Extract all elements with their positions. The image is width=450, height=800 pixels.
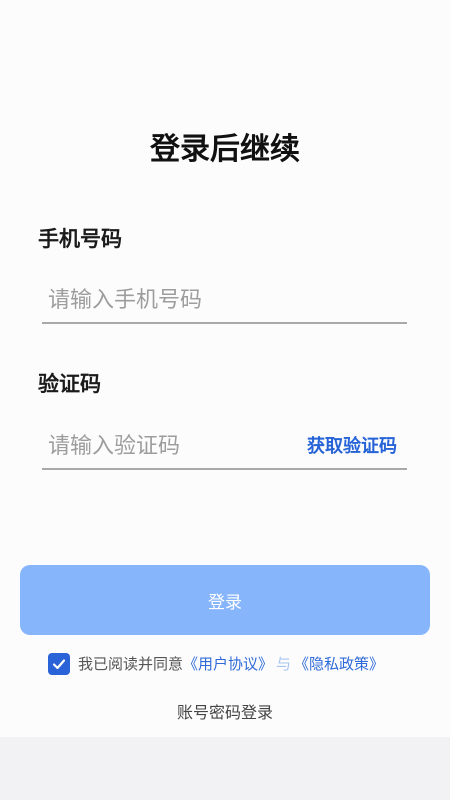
page-title: 登录后继续 bbox=[150, 132, 300, 167]
user-agreement-link[interactable]: 《用户协议》 bbox=[183, 652, 273, 676]
checkmark-icon bbox=[52, 659, 66, 670]
agreement-checkbox[interactable] bbox=[48, 653, 70, 675]
verification-code-input[interactable] bbox=[48, 424, 288, 468]
agreement-row: 我已阅读并同意 《用户协议》 与 《隐私政策》 bbox=[48, 652, 384, 676]
agreement-text: 我已阅读并同意 bbox=[78, 655, 184, 673]
phone-input[interactable] bbox=[48, 278, 403, 322]
agreement-conjunction: 与 bbox=[276, 655, 292, 673]
verification-code-label: 验证码 bbox=[38, 372, 101, 396]
privacy-policy-link[interactable]: 《隐私政策》 bbox=[294, 652, 384, 676]
get-code-button[interactable]: 获取验证码 bbox=[307, 424, 397, 468]
phone-label: 手机号码 bbox=[38, 227, 122, 251]
login-button[interactable]: 登录 bbox=[20, 565, 430, 635]
account-password-login-link[interactable]: 账号密码登录 bbox=[0, 700, 450, 726]
verification-code-field: 获取验证码 bbox=[42, 424, 407, 470]
bottom-bar bbox=[0, 737, 450, 800]
phone-field bbox=[42, 278, 407, 324]
